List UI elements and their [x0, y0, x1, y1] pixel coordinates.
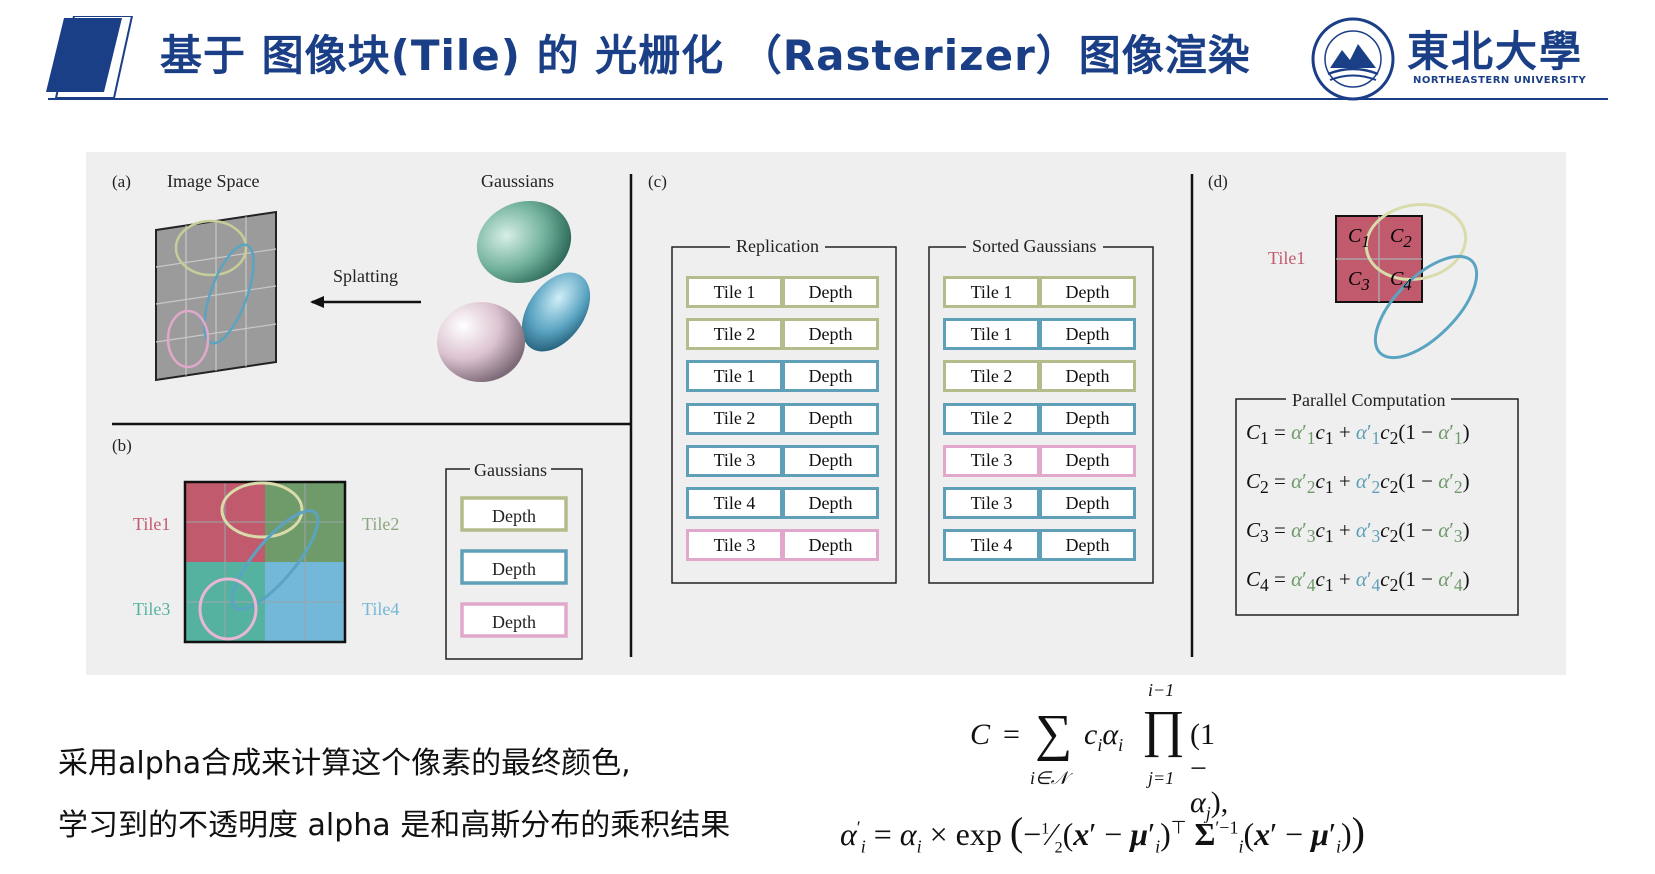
panel-b-label: (b): [112, 436, 132, 455]
sorted-row: Tile 4 Depth: [943, 529, 1137, 562]
bottom-text-line2: 学习到的不透明度 alpha 是和高斯分布的乘积结果: [58, 808, 731, 843]
page-title: 基于 图像块(Tile) 的 光栅化 （Rasterizer）图像渲染: [160, 31, 1251, 80]
image-space-label: Image Space: [167, 171, 260, 191]
c4-cell: C4: [1390, 268, 1412, 294]
tile1-label: Tile1: [133, 514, 171, 534]
university-name-cn: 東北大學: [1407, 27, 1584, 76]
replication-tile-cell: Tile 3: [686, 529, 783, 562]
replication-depth-cell: Depth: [782, 444, 879, 477]
sorted-row: Tile 3 Depth: [943, 444, 1137, 477]
panel-d-label: (d): [1208, 172, 1228, 191]
replication-depth-cell: Depth: [782, 318, 879, 351]
alpha-gaussian-formula: α′i = αi × exp (−1⁄2(x′ − μ′i)⊤ Σ′−1i(x′…: [840, 809, 1365, 857]
replication-tile-cell: Tile 1: [686, 360, 783, 393]
replication-row: Tile 3 Depth: [686, 529, 880, 562]
sorted-tile-cell: Tile 1: [943, 276, 1040, 308]
sorted-depth-cell: Depth: [1039, 318, 1136, 351]
replication-row: Tile 4 Depth: [686, 487, 880, 519]
sorted-tile-cell: Tile 2: [943, 360, 1040, 393]
sorted-title: Sorted Gaussians: [966, 236, 1103, 257]
sorted-depth-cell: Depth: [1039, 529, 1136, 562]
sorted-tile-cell: Tile 3: [943, 487, 1040, 519]
sorted-row: Tile 2 Depth: [943, 360, 1137, 393]
legend-depth-blue: Depth: [492, 559, 536, 579]
c2-cell: C2: [1390, 225, 1412, 251]
bottom-text-line1: 采用alpha合成来计算这个像素的最终颜色,: [58, 746, 631, 781]
sorted-row: Tile 1 Depth: [943, 318, 1137, 351]
sorted-tile-cell: Tile 1: [943, 318, 1040, 351]
gaussians-label: Gaussians: [481, 171, 554, 191]
replication-row: Tile 1 Depth: [686, 276, 880, 308]
equation-c2: C2 = α′2c1 + α′2c2(1 − α′2): [1246, 469, 1470, 498]
replication-title: Replication: [730, 236, 825, 257]
sorted-depth-cell: Depth: [1039, 360, 1136, 393]
sorted-row: Tile 3 Depth: [943, 487, 1137, 519]
legend-title: Gaussians: [470, 460, 551, 481]
sorted-row: Tile 1 Depth: [943, 276, 1137, 308]
replication-depth-cell: Depth: [782, 402, 879, 435]
sorted-tile-cell: Tile 4: [943, 529, 1040, 562]
legend-depth-olive: Depth: [492, 506, 536, 526]
tile2-label: Tile2: [362, 514, 400, 534]
equation-c3: C3 = α′3c1 + α′3c2(1 − α′3): [1246, 518, 1470, 547]
replication-tile-cell: Tile 4: [686, 487, 783, 519]
university-seal-icon: [1311, 17, 1395, 101]
sorted-tile-cell: Tile 3: [943, 444, 1040, 477]
replication-row: Tile 3 Depth: [686, 444, 880, 477]
sorted-depth-cell: Depth: [1039, 444, 1136, 477]
tile4-label: Tile4: [362, 599, 400, 619]
replication-depth-cell: Depth: [782, 487, 879, 519]
replication-depth-cell: Depth: [782, 529, 879, 562]
replication-row: Tile 1 Depth: [686, 360, 880, 393]
replication-tile-cell: Tile 2: [686, 402, 783, 435]
sorted-tile-cell: Tile 2: [943, 402, 1040, 435]
replication-tile-cell: Tile 2: [686, 318, 783, 351]
parallel-computation-title: Parallel Computation: [1286, 390, 1452, 411]
replication-depth-cell: Depth: [782, 276, 879, 308]
sorted-depth-cell: Depth: [1039, 487, 1136, 519]
sorted-depth-cell: Depth: [1039, 402, 1136, 435]
equation-c1: C1 = α′1c1 + α′1c2(1 − α′1): [1246, 420, 1470, 449]
legend-depth-pink: Depth: [492, 612, 536, 632]
replication-tile-cell: Tile 1: [686, 276, 783, 308]
c1-cell: C1: [1348, 225, 1370, 251]
replication-depth-cell: Depth: [782, 360, 879, 393]
panel-c-label: (c): [648, 172, 667, 191]
replication-row: Tile 2 Depth: [686, 318, 880, 351]
title-parallelogram-icon: [46, 16, 134, 99]
tile3-label: Tile3: [133, 599, 171, 619]
university-name-en: NORTHEASTERN UNIVERSITY: [1413, 75, 1587, 86]
tile1-label-d: Tile1: [1268, 248, 1306, 268]
sorted-depth-cell: Depth: [1039, 276, 1136, 308]
replication-tile-cell: Tile 3: [686, 444, 783, 477]
equation-c4: C4 = α′4c1 + α′4c2(1 − α′4): [1246, 567, 1470, 596]
replication-row: Tile 2 Depth: [686, 402, 880, 435]
sorted-row: Tile 2 Depth: [943, 402, 1137, 435]
c3-cell: C3: [1348, 268, 1370, 294]
panel-a-label: (a): [112, 172, 131, 191]
splatting-label: Splatting: [333, 266, 399, 286]
